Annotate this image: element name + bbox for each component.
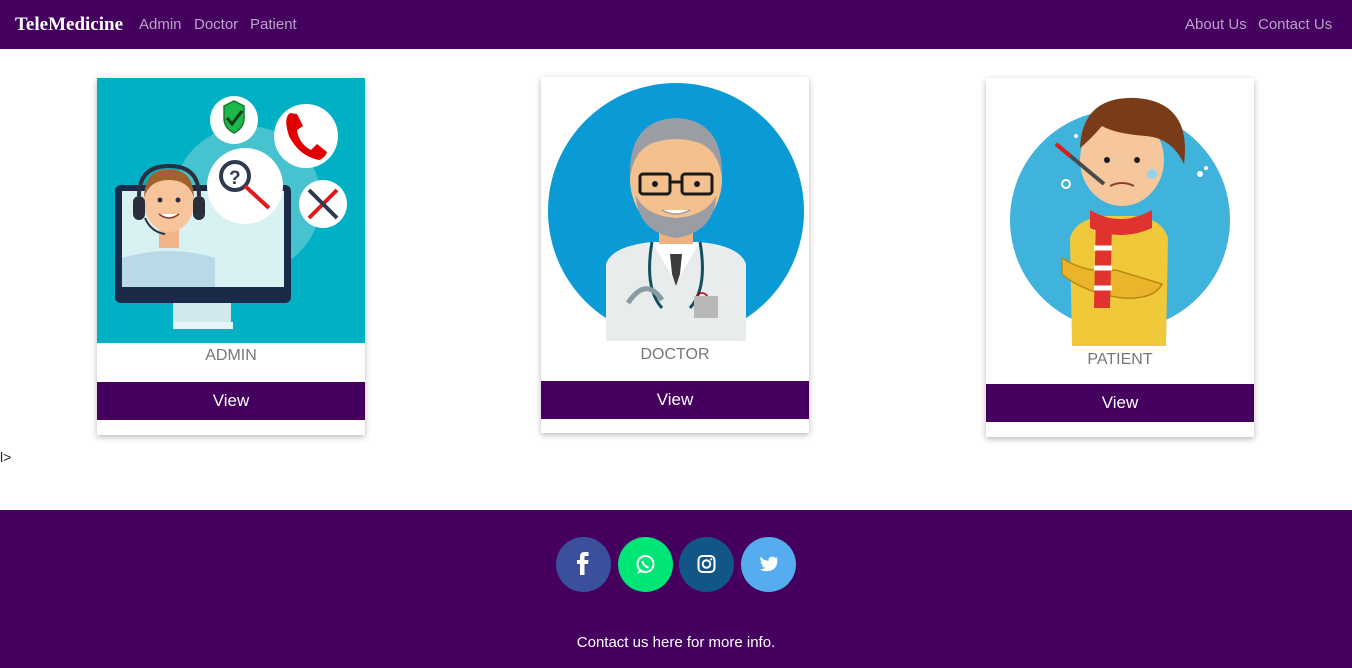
admin-view-button[interactable]: View [97, 382, 365, 420]
patient-view-button[interactable]: View [986, 384, 1254, 422]
navbar: TeleMedicine Admin Doctor Patient About … [0, 0, 1352, 49]
nav-link-patient[interactable]: Patient [250, 16, 297, 33]
footer: Contact us here for more info. [0, 510, 1352, 668]
instagram-icon[interactable] [679, 537, 734, 592]
nav-link-about-us[interactable]: About Us [1185, 16, 1247, 33]
nav-link-doctor[interactable]: Doctor [194, 16, 238, 33]
facebook-icon[interactable] [556, 537, 611, 592]
doctor-card: DOCTOR View [541, 77, 809, 433]
twitter-icon[interactable] [741, 537, 796, 592]
whatsapp-icon[interactable] [618, 537, 673, 592]
doctor-image [542, 78, 808, 341]
doctor-view-button[interactable]: View [541, 381, 809, 419]
admin-image: ? [97, 78, 365, 343]
card-title-patient: PATIENT [1087, 351, 1153, 368]
nav-link-admin[interactable]: Admin [139, 16, 182, 33]
card-title-doctor: DOCTOR [640, 346, 710, 363]
card-title-admin: ADMIN [205, 347, 257, 364]
patient-image [986, 78, 1254, 346]
footer-contact-text: Contact us here for more info. [576, 634, 776, 651]
patient-card: PATIENT View [986, 78, 1254, 437]
brand-logo[interactable]: TeleMedicine [15, 14, 123, 36]
svg-text:?: ? [229, 168, 241, 189]
admin-card: ? ADMIN View [97, 78, 365, 435]
stray-markup-text: l> [0, 449, 12, 465]
nav-link-contact-us[interactable]: Contact Us [1258, 16, 1332, 33]
